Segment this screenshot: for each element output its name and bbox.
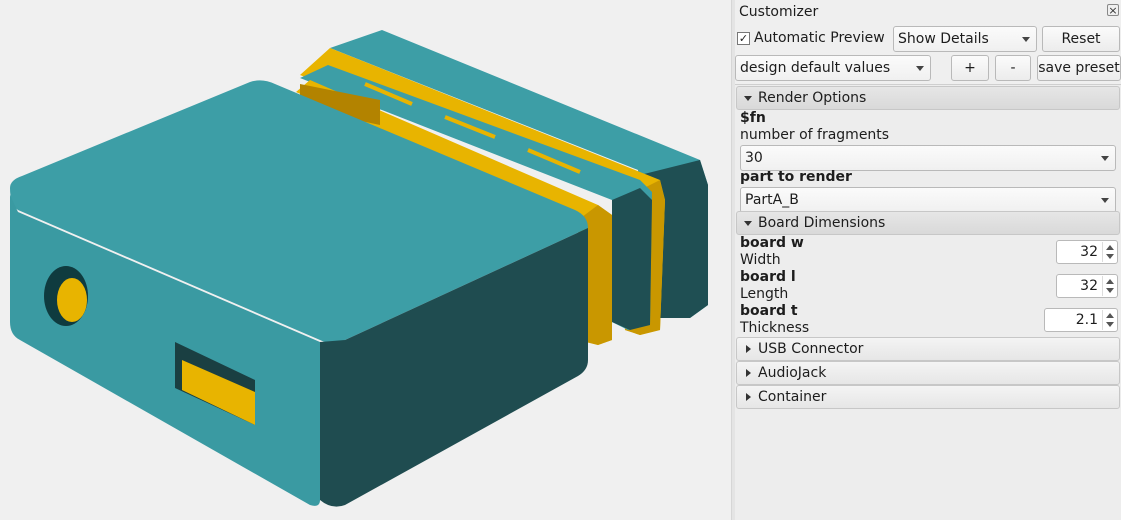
preset-value: design default values bbox=[740, 60, 891, 76]
chevron-down-icon bbox=[916, 66, 924, 71]
automatic-preview-checkbox[interactable]: ✓ bbox=[737, 32, 750, 45]
chevron-down-icon bbox=[1101, 156, 1109, 161]
3d-viewport[interactable] bbox=[0, 0, 731, 520]
param-desc-board-w: Width bbox=[740, 252, 781, 268]
board-w-spinbox[interactable]: 32 bbox=[1056, 240, 1118, 264]
stepper-buttons[interactable] bbox=[1102, 242, 1116, 262]
show-details-select[interactable]: Show Details bbox=[893, 26, 1037, 52]
chevron-down-icon bbox=[1022, 37, 1030, 42]
reset-button[interactable]: Reset bbox=[1042, 26, 1120, 52]
chevron-down-icon bbox=[744, 96, 752, 101]
arrow-up-icon[interactable] bbox=[1106, 279, 1114, 284]
add-preset-button[interactable]: + bbox=[951, 55, 989, 81]
group-board-dimensions[interactable]: Board Dimensions bbox=[736, 211, 1120, 235]
group-usb-connector[interactable]: USB Connector bbox=[736, 337, 1120, 361]
stepper-buttons[interactable] bbox=[1102, 276, 1116, 296]
chevron-right-icon bbox=[746, 369, 751, 377]
chevron-down-icon bbox=[1101, 198, 1109, 203]
board-w-value: 32 bbox=[1080, 244, 1098, 260]
chevron-down-icon bbox=[744, 221, 752, 226]
customizer-panel: Customizer × ✓ Automatic Preview Show De… bbox=[735, 0, 1121, 520]
save-preset-button[interactable]: save preset bbox=[1037, 55, 1121, 81]
close-icon[interactable]: × bbox=[1107, 4, 1119, 16]
automatic-preview-label[interactable]: Automatic Preview bbox=[754, 30, 885, 46]
param-name-part: part to render bbox=[740, 169, 852, 185]
group-render-options[interactable]: Render Options bbox=[736, 86, 1120, 110]
arrow-down-icon[interactable] bbox=[1106, 254, 1114, 259]
board-t-value: 2.1 bbox=[1075, 312, 1098, 328]
group-label: Render Options bbox=[758, 90, 867, 106]
group-label: AudioJack bbox=[758, 365, 827, 381]
param-name-board-t: board t bbox=[740, 303, 798, 319]
model-render bbox=[10, 30, 708, 507]
group-audiojack[interactable]: AudioJack bbox=[736, 361, 1120, 385]
arrow-up-icon[interactable] bbox=[1106, 245, 1114, 250]
arrow-down-icon[interactable] bbox=[1106, 288, 1114, 293]
group-label: USB Connector bbox=[758, 341, 864, 357]
middle-slab-side bbox=[612, 188, 652, 330]
param-name-fn: $fn bbox=[740, 110, 766, 126]
arrow-down-icon[interactable] bbox=[1106, 322, 1114, 327]
group-label: Board Dimensions bbox=[758, 215, 886, 231]
param-name-board-w: board w bbox=[740, 235, 804, 251]
fn-value: 30 bbox=[745, 150, 763, 166]
board-l-spinbox[interactable]: 32 bbox=[1056, 274, 1118, 298]
board-t-spinbox[interactable]: 2.1 bbox=[1044, 308, 1118, 332]
audio-hole-inner bbox=[57, 278, 87, 322]
group-container[interactable]: Container bbox=[736, 385, 1120, 409]
part-to-render-select[interactable]: PartA_B bbox=[740, 187, 1116, 213]
param-desc-fn: number of fragments bbox=[740, 127, 890, 143]
board-l-value: 32 bbox=[1080, 278, 1098, 294]
chevron-right-icon bbox=[746, 345, 751, 353]
remove-preset-button[interactable]: - bbox=[995, 55, 1031, 81]
parameters-area: Render Options $fn number of fragments 3… bbox=[735, 84, 1121, 520]
show-details-value: Show Details bbox=[898, 31, 989, 47]
chevron-right-icon bbox=[746, 393, 751, 401]
preset-select[interactable]: design default values bbox=[735, 55, 931, 81]
param-desc-board-l: Length bbox=[740, 286, 789, 302]
param-name-board-l: board l bbox=[740, 269, 796, 285]
param-desc-board-t: Thickness bbox=[740, 320, 810, 336]
customizer-title: Customizer bbox=[739, 4, 819, 20]
fn-select[interactable]: 30 bbox=[740, 145, 1116, 171]
group-label: Container bbox=[758, 389, 827, 405]
stepper-buttons[interactable] bbox=[1102, 310, 1116, 330]
arrow-up-icon[interactable] bbox=[1106, 313, 1114, 318]
part-value: PartA_B bbox=[745, 192, 799, 208]
